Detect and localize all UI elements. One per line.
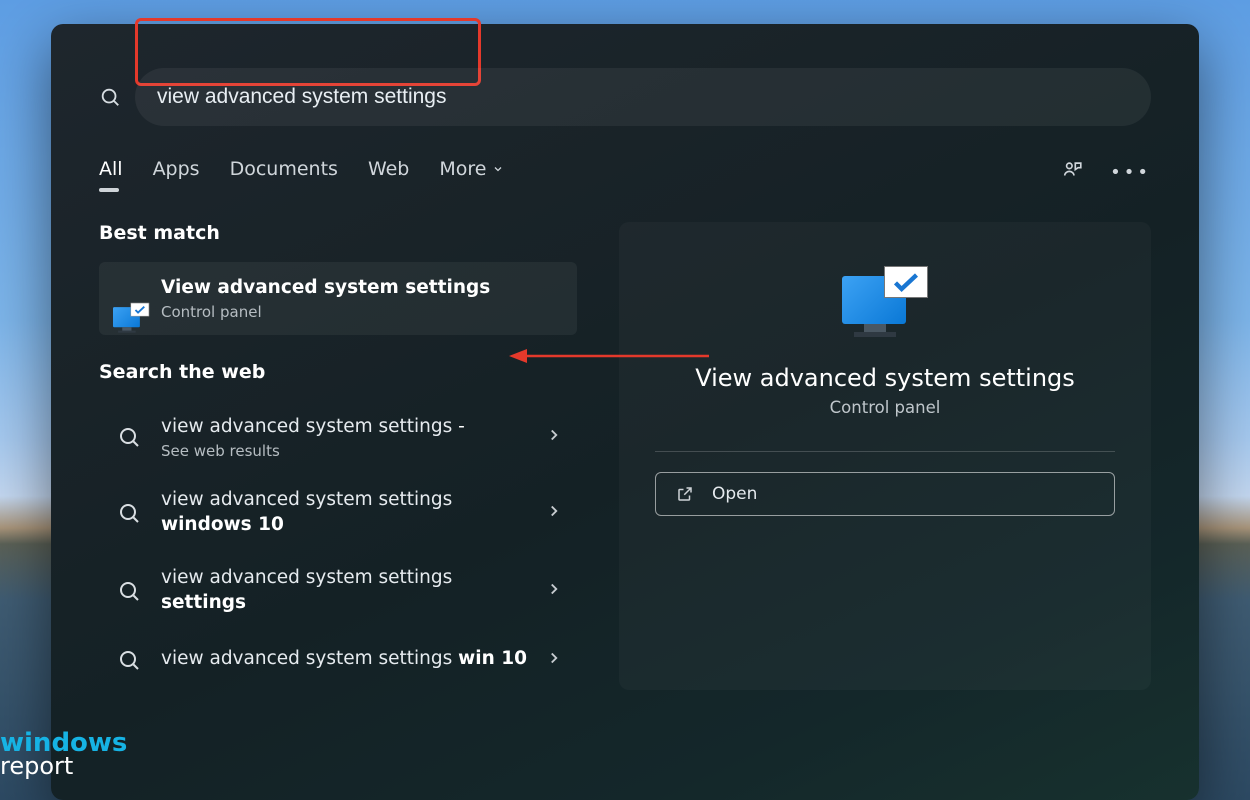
section-best-match: Best match — [99, 222, 577, 244]
search-input[interactable] — [157, 85, 1129, 109]
tab-more[interactable]: More — [439, 158, 504, 186]
system-settings-icon — [113, 282, 145, 314]
chevron-right-icon — [545, 502, 563, 524]
search-panel: All Apps Documents Web More ••• Best mat… — [51, 24, 1199, 800]
chevron-down-icon — [492, 158, 504, 180]
best-match-subtitle: Control panel — [161, 303, 563, 321]
web-result-title: view advanced system settings - — [161, 415, 529, 440]
search-icon — [113, 421, 145, 453]
chevron-right-icon — [545, 580, 563, 602]
tab-web[interactable]: Web — [368, 158, 409, 186]
divider — [655, 451, 1115, 452]
open-label: Open — [712, 484, 757, 504]
best-match-title: View advanced system settings — [161, 276, 563, 301]
tab-apps[interactable]: Apps — [153, 158, 200, 186]
search-icon — [113, 575, 145, 607]
search-icon — [113, 644, 145, 676]
results-column: Best match View advanced system settings… — [99, 222, 577, 690]
tab-all[interactable]: All — [99, 158, 123, 186]
search-icon — [99, 86, 121, 108]
chevron-right-icon — [545, 649, 563, 671]
web-result-title: view advanced system settings windows 10 — [161, 488, 529, 538]
preview-app-icon — [842, 266, 928, 338]
section-search-web: Search the web — [99, 361, 577, 383]
best-match-result[interactable]: View advanced system settings Control pa… — [99, 262, 577, 335]
desktop-background: All Apps Documents Web More ••• Best mat… — [0, 0, 1250, 800]
web-result-0[interactable]: view advanced system settings - See web … — [99, 401, 577, 474]
web-result-2[interactable]: view advanced system settings settings — [99, 552, 577, 630]
watermark: windows report — [0, 731, 127, 778]
filter-tabs: All Apps Documents Web More ••• — [99, 158, 1151, 186]
more-options-icon[interactable]: ••• — [1110, 162, 1151, 183]
chevron-right-icon — [545, 426, 563, 448]
web-result-3[interactable]: view advanced system settings win 10 — [99, 630, 577, 690]
preview-pane: View advanced system settings Control pa… — [619, 222, 1151, 690]
web-result-title: view advanced system settings settings — [161, 566, 529, 616]
open-button[interactable]: Open — [655, 472, 1115, 516]
search-icon — [113, 497, 145, 529]
search-input-container[interactable] — [135, 68, 1151, 126]
web-result-subtitle: See web results — [161, 442, 529, 460]
search-row — [99, 68, 1151, 126]
preview-subtitle: Control panel — [655, 398, 1115, 417]
feedback-icon[interactable] — [1062, 159, 1084, 186]
web-result-1[interactable]: view advanced system settings windows 10 — [99, 474, 577, 552]
tab-documents[interactable]: Documents — [230, 158, 338, 186]
external-link-icon — [676, 485, 694, 503]
preview-title: View advanced system settings — [655, 364, 1115, 392]
web-result-title: view advanced system settings win 10 — [161, 647, 529, 672]
